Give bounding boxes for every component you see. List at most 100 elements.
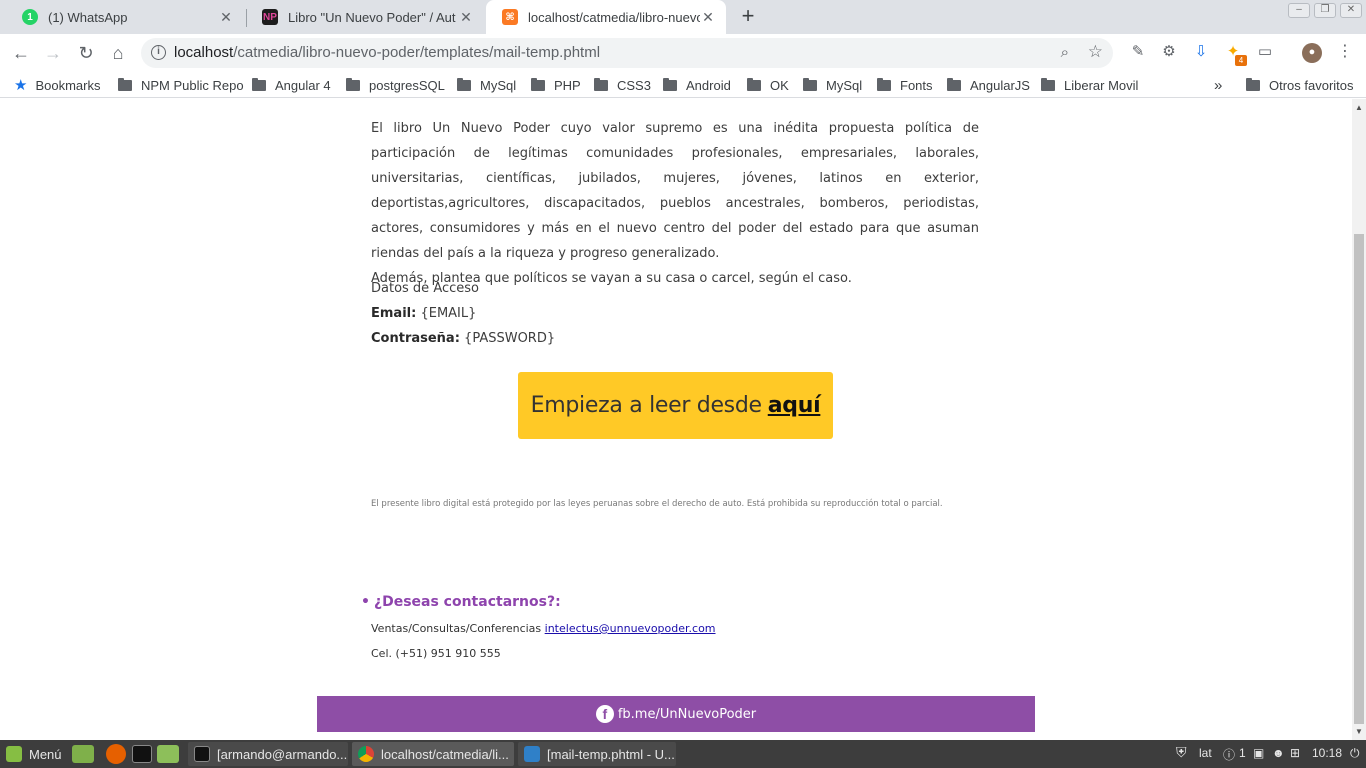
close-tab-icon[interactable]: ✕	[700, 9, 716, 25]
home-icon[interactable]: ⌂	[106, 41, 130, 65]
facebook-icon: f	[595, 705, 614, 723]
bookmark-label: PHP	[554, 77, 581, 93]
start-menu-button[interactable]: Menú	[6, 742, 62, 766]
reload-icon[interactable]: ↻	[74, 41, 98, 65]
cta-link[interactable]: aquí	[768, 393, 821, 418]
back-icon[interactable]: ←	[9, 41, 33, 65]
bookmark-folder[interactable]: NPM Public Repo	[118, 76, 244, 94]
taskbar-window-chrome[interactable]: localhost/catmedia/li...	[352, 742, 514, 766]
taskbar-window-terminal[interactable]: [armando@armando...	[188, 742, 348, 766]
clock[interactable]: 10:18	[1312, 746, 1342, 760]
facebook-bar[interactable]: f fb.me/UnNuevoPoder	[317, 696, 1035, 732]
start-reading-button[interactable]: Empieza a leer desde aquí	[518, 372, 833, 439]
window-title: [armando@armando...	[217, 746, 348, 762]
info-icon[interactable]: i	[151, 45, 166, 60]
network-icon[interactable]: ⊞	[1290, 746, 1300, 760]
bookmark-folder[interactable]: Android	[663, 76, 731, 94]
user-icon[interactable]: ☻	[1272, 746, 1285, 760]
menu-kebab-icon[interactable]: ⋮	[1336, 43, 1354, 61]
close-tab-icon[interactable]: ✕	[458, 9, 474, 25]
bookmark-folder[interactable]: CSS3	[594, 76, 651, 94]
zoom-icon[interactable]: ⌕	[1061, 44, 1069, 61]
cta-text: Empieza a leer desde	[530, 393, 762, 418]
bookmark-folder[interactable]: MySql	[803, 76, 862, 94]
password-label: Contraseña:	[371, 331, 460, 346]
restore-button[interactable]: ❐	[1314, 3, 1336, 18]
bookmarks-star-item[interactable]: ★ Bookmarks	[14, 76, 100, 94]
address-bar[interactable]: i localhost/catmedia/libro-nuevo-poder/t…	[141, 38, 1113, 68]
notification-icon[interactable]: ⓘ	[1223, 746, 1235, 763]
bookmark-label: NPM Public Repo	[141, 77, 244, 93]
url-host: localhost	[174, 44, 234, 61]
contact-email-link[interactable]: intelectus@unnuevopoder.com	[545, 622, 716, 635]
folder-icon	[1041, 77, 1055, 91]
star-icon: ★	[14, 77, 28, 94]
eyedropper-extension-icon[interactable]: ✎	[1129, 43, 1147, 61]
tab-title: localhost/catmedia/libro-nuevo-	[528, 9, 700, 25]
bookmark-folder[interactable]: postgresSQL	[346, 76, 445, 94]
url-text[interactable]: localhost/catmedia/libro-nuevo-poder/tem…	[174, 44, 600, 61]
folder-icon	[877, 77, 891, 91]
taskbar-window-vscode[interactable]: [mail-temp.phtml - U...	[518, 742, 676, 766]
bookmark-star-icon[interactable]: ☆	[1088, 42, 1103, 62]
new-tab-button[interactable]: +	[737, 5, 759, 28]
access-data-block: Datos de Acceso Email: {EMAIL} Contraseñ…	[371, 276, 979, 351]
terminal-icon	[194, 746, 210, 762]
bookmark-folder[interactable]: AngularJS	[947, 76, 1030, 94]
bookmark-folder[interactable]: Fonts	[877, 76, 933, 94]
url-path: /catmedia/libro-nuevo-poder/templates/ma…	[233, 44, 601, 61]
close-tab-icon[interactable]: ✕	[218, 9, 234, 25]
bookmark-folder[interactable]: PHP	[531, 76, 581, 94]
gear-extension-icon[interactable]: ⚙	[1160, 43, 1178, 61]
tab-whatsapp[interactable]: 1 (1) WhatsApp ✕	[6, 0, 244, 34]
folder-icon	[118, 77, 132, 91]
bookmark-label: Angular 4	[275, 77, 331, 93]
contact-heading: • ¿Deseas contactarnos?:	[361, 594, 561, 610]
shield-icon[interactable]: ⛨	[1176, 744, 1187, 761]
scroll-up-icon[interactable]: ▲	[1355, 103, 1363, 112]
firefox-launcher[interactable]	[106, 742, 133, 766]
folder-icon	[947, 77, 961, 91]
scrollbar-thumb[interactable]	[1354, 234, 1364, 724]
terminal-launcher[interactable]	[132, 742, 159, 766]
bookmark-label: CSS3	[617, 77, 651, 93]
email-value: {EMAIL}	[420, 306, 477, 321]
close-window-button[interactable]: ✕	[1340, 3, 1362, 18]
page-scrollbar[interactable]: ▲ ▼	[1352, 99, 1366, 740]
power-icon[interactable]: ⏻	[1350, 746, 1360, 761]
bookmark-folder[interactable]: OK	[747, 76, 789, 94]
download-extension-icon[interactable]: ⇩	[1192, 43, 1210, 61]
legal-notice: El presente libro digital está protegido…	[371, 499, 943, 509]
folder-icon	[663, 77, 677, 91]
keyboard-layout[interactable]: lat	[1199, 746, 1212, 760]
files-launcher[interactable]	[157, 742, 186, 766]
desktop-icon	[72, 745, 94, 763]
tab-libro[interactable]: NP Libro "Un Nuevo Poder" / Autor ✕	[246, 0, 484, 34]
contact-label: Ventas/Consultas/Conferencias	[371, 622, 542, 635]
scroll-down-icon[interactable]: ▼	[1355, 727, 1363, 736]
bookmark-folder[interactable]: MySql	[457, 76, 516, 94]
cast-icon[interactable]: ▭	[1256, 43, 1274, 61]
np-logo-icon: NP	[262, 9, 278, 25]
forward-icon[interactable]: →	[41, 41, 65, 65]
other-bookmarks-folder[interactable]: Otros favoritos	[1246, 76, 1354, 94]
clipboard-icon[interactable]: ▣	[1253, 746, 1264, 760]
bookmark-label: AngularJS	[970, 77, 1030, 93]
show-desktop-launcher[interactable]	[72, 742, 101, 766]
folder-icon	[747, 77, 761, 91]
bookmark-label: MySql	[826, 77, 863, 93]
bookmarks-overflow-button[interactable]: »	[1214, 76, 1222, 94]
bookmark-folder[interactable]: Angular 4	[252, 76, 331, 94]
bookmark-label: postgresSQL	[369, 77, 445, 93]
minimize-button[interactable]: –	[1288, 3, 1310, 18]
bulb-extension-icon[interactable]: ✦ 4	[1224, 43, 1247, 66]
facebook-link[interactable]: fb.me/UnNuevoPoder	[618, 707, 756, 722]
contact-title-text: ¿Deseas contactarnos?:	[373, 594, 561, 610]
bookmark-label: Android	[686, 77, 731, 93]
xampp-icon: ⌘	[502, 9, 518, 25]
chrome-icon	[358, 746, 374, 762]
profile-avatar[interactable]: ●	[1302, 43, 1322, 63]
tab-localhost[interactable]: ⌘ localhost/catmedia/libro-nuevo- ✕	[486, 0, 726, 34]
os-taskbar: Menú [armando@armando... localhost/catme…	[0, 740, 1366, 768]
bookmark-folder[interactable]: Liberar Movil	[1041, 76, 1138, 94]
